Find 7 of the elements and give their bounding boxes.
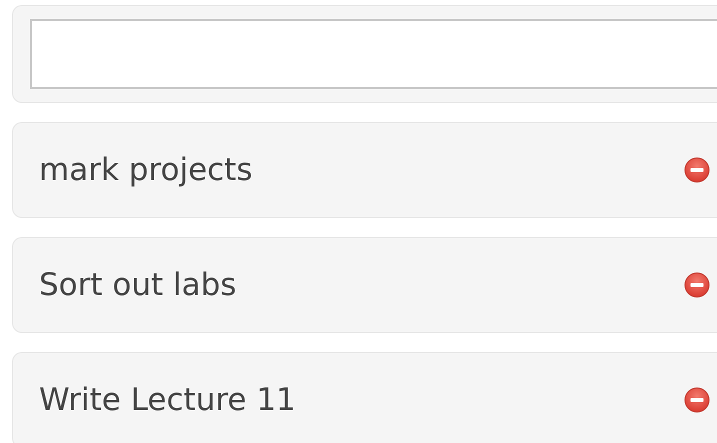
delete-icon[interactable] xyxy=(684,387,710,413)
delete-icon[interactable] xyxy=(684,157,710,183)
delete-icon[interactable] xyxy=(684,272,710,298)
task-label: mark projects xyxy=(39,152,254,188)
task-label: Sort out labs xyxy=(39,267,238,303)
task-label: Write Lecture 11 xyxy=(39,382,297,418)
input-field[interactable] xyxy=(30,19,717,89)
